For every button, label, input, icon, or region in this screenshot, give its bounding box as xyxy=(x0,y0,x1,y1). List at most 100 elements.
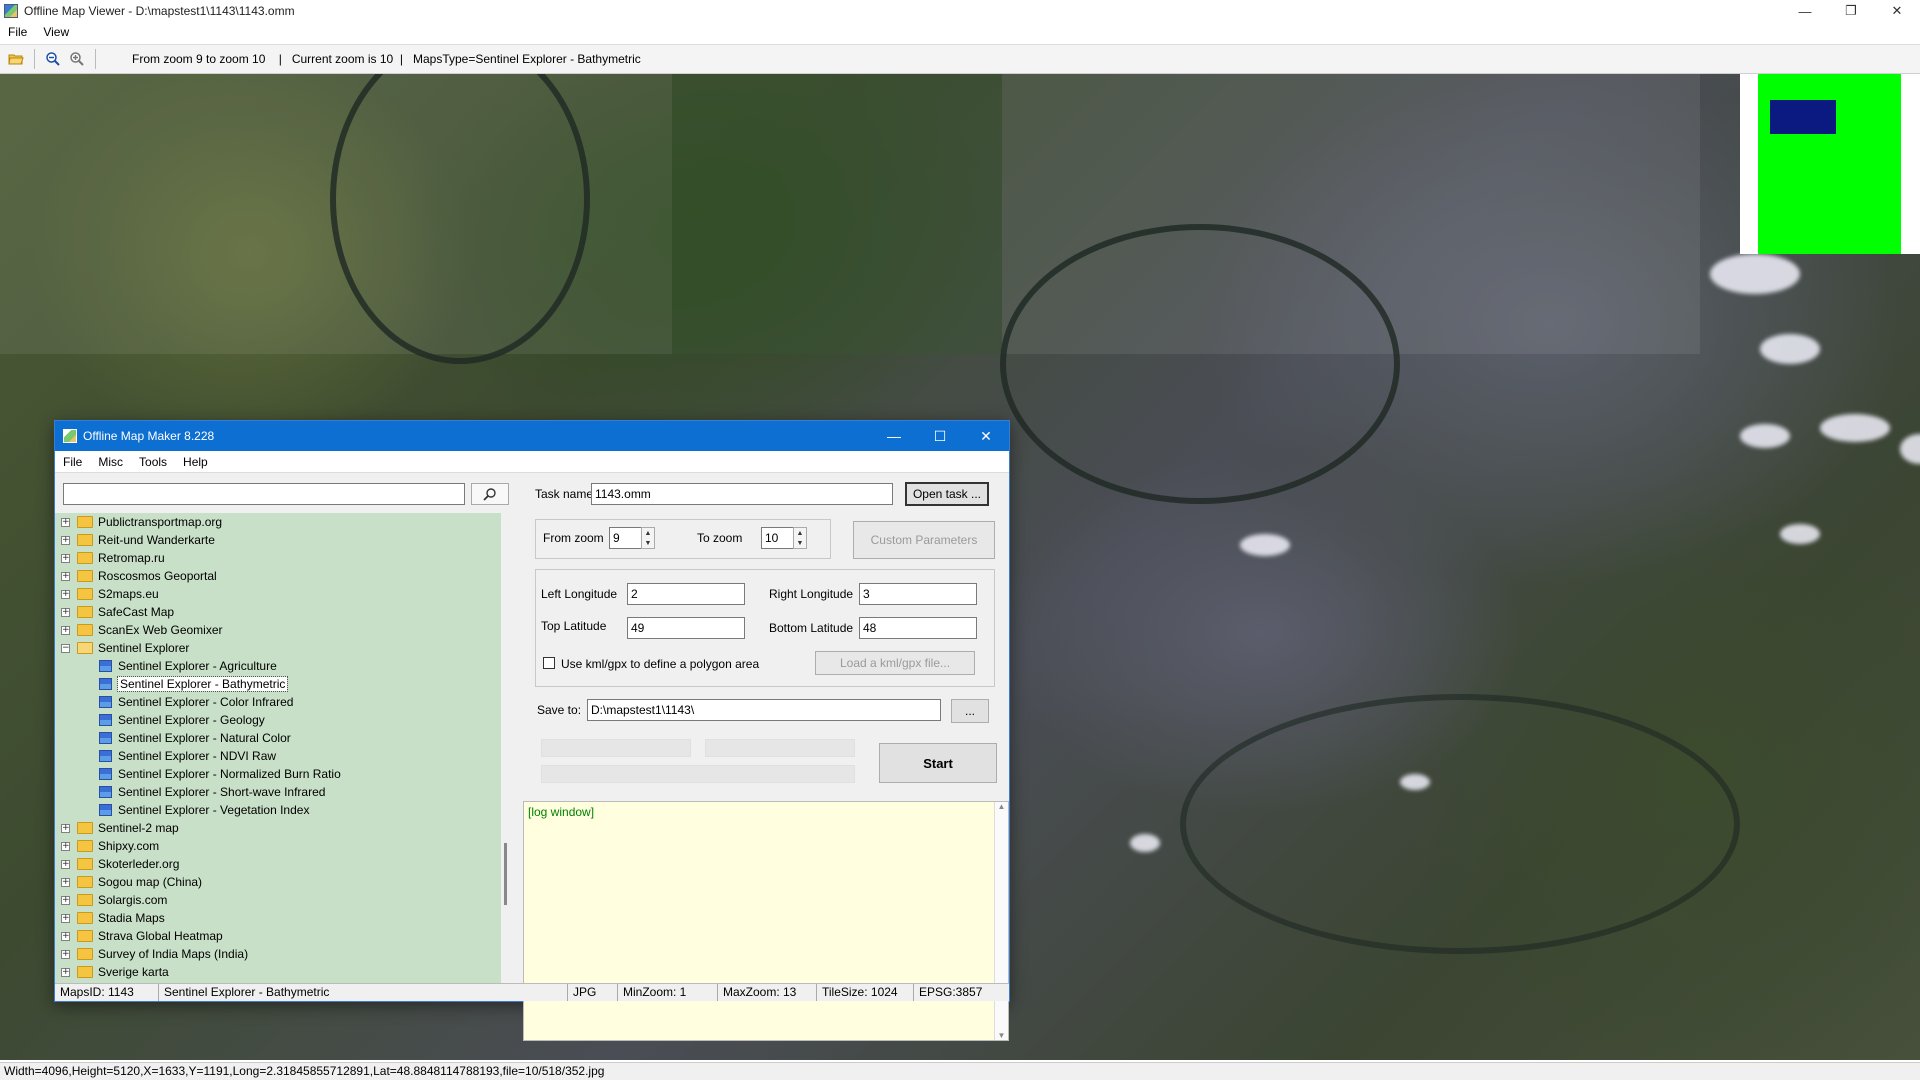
expand-icon[interactable]: + xyxy=(61,517,70,527)
tree-scrollbar-thumb[interactable] xyxy=(504,843,507,905)
tree-item[interactable]: + Stadia Maps xyxy=(55,909,501,927)
menu-view[interactable]: View xyxy=(35,25,77,39)
search-button[interactable] xyxy=(471,483,509,505)
from-zoom-stepper[interactable]: ▲ ▼ xyxy=(641,527,655,549)
bottom-latitude-input[interactable]: 48 xyxy=(859,617,977,639)
expand-icon[interactable]: + xyxy=(61,589,70,599)
tree-item[interactable]: + Skoterleder.org xyxy=(55,855,501,873)
tree-item[interactable]: Sentinel Explorer - Normalized Burn Rati… xyxy=(55,765,501,783)
tree-item[interactable]: + Sentinel-2 map xyxy=(55,819,501,837)
expand-icon[interactable]: + xyxy=(61,895,70,905)
status-tile-size: TileSize: 1024 xyxy=(817,984,914,1001)
tree-item[interactable]: Sentinel Explorer - Geology xyxy=(55,711,501,729)
spin-down-icon[interactable]: ▼ xyxy=(645,540,652,547)
expand-icon[interactable]: + xyxy=(61,535,70,545)
tree-item[interactable]: + Roscosmos Geoportal xyxy=(55,567,501,585)
log-scrollbar[interactable]: ▲ ▼ xyxy=(994,802,1008,1040)
tree-item[interactable]: + Reit-und Wanderkarte xyxy=(55,531,501,549)
dialog-menu-help[interactable]: Help xyxy=(175,455,216,469)
dialog-menu-file[interactable]: File xyxy=(55,455,90,469)
dialog-close-button[interactable]: ✕ xyxy=(963,421,1009,451)
dialog-title: Offline Map Maker 8.228 xyxy=(83,429,215,443)
maps-tree[interactable]: + Publictransportmap.org + Reit-und Wanderk… xyxy=(55,513,501,983)
dialog-maximize-button[interactable]: ☐ xyxy=(917,421,963,451)
expand-icon[interactable]: + xyxy=(61,877,70,887)
restore-button[interactable]: ❐ xyxy=(1828,0,1874,22)
menu-file[interactable]: File xyxy=(0,25,35,39)
tree-item[interactable]: + Publictransportmap.org xyxy=(55,513,501,531)
minimap[interactable] xyxy=(1740,74,1920,254)
dialog-menu-misc[interactable]: Misc xyxy=(90,455,131,469)
collapse-icon[interactable]: − xyxy=(61,643,70,653)
expand-icon[interactable]: + xyxy=(61,607,70,617)
minimap-viewport[interactable] xyxy=(1770,100,1836,134)
open-task-button[interactable]: Open task ... xyxy=(905,482,989,506)
tree-item-label: Roscosmos Geoportal xyxy=(98,569,217,583)
zoom-info-text: From zoom 9 to zoom 10 | Current zoom is… xyxy=(132,52,641,66)
expand-icon[interactable]: + xyxy=(61,571,70,581)
top-latitude-input[interactable]: 49 xyxy=(627,617,745,639)
tree-item[interactable]: + SafeCast Map xyxy=(55,603,501,621)
expand-icon[interactable]: + xyxy=(61,823,70,833)
expand-icon[interactable]: + xyxy=(61,967,70,977)
tree-item[interactable]: Sentinel Explorer - Bathymetric xyxy=(55,675,501,693)
spin-down-icon[interactable]: ▼ xyxy=(797,540,804,547)
tree-item[interactable]: Sentinel Explorer - Vegetation Index xyxy=(55,801,501,819)
save-to-input[interactable]: D:\mapstest1\1143\ xyxy=(587,699,941,721)
browse-button[interactable]: ... xyxy=(951,699,989,723)
expand-icon[interactable]: + xyxy=(61,931,70,941)
use-kml-checkbox[interactable] xyxy=(543,657,555,669)
custom-parameters-button[interactable]: Custom Parameters xyxy=(853,521,995,559)
tree-item[interactable]: + Survey of India Maps (India) xyxy=(55,945,501,963)
to-zoom-input[interactable]: 10 xyxy=(761,527,795,549)
tree-item[interactable]: Sentinel Explorer - Agriculture xyxy=(55,657,501,675)
right-longitude-input[interactable]: 3 xyxy=(859,583,977,605)
from-zoom-input[interactable]: 9 xyxy=(609,527,643,549)
to-zoom-label: To zoom xyxy=(697,531,743,545)
spin-up-icon[interactable]: ▲ xyxy=(645,530,652,537)
spin-up-icon[interactable]: ▲ xyxy=(797,530,804,537)
tree-item[interactable]: Sentinel Explorer - Color Infrared xyxy=(55,693,501,711)
folder-icon xyxy=(77,588,93,600)
tree-item[interactable]: − Sentinel Explorer xyxy=(55,639,501,657)
zoom-in-icon[interactable] xyxy=(65,47,89,71)
tree-item[interactable]: + Sogou map (China) xyxy=(55,873,501,891)
dialog-menu-tools[interactable]: Tools xyxy=(131,455,175,469)
expand-icon[interactable]: + xyxy=(61,913,70,923)
zoom-out-icon[interactable] xyxy=(41,47,65,71)
tree-item[interactable]: + ScanEx Web Geomixer xyxy=(55,621,501,639)
load-kml-button[interactable]: Load a kml/gpx file... xyxy=(815,651,975,675)
tree-item[interactable]: Sentinel Explorer - Natural Color xyxy=(55,729,501,747)
dialog-minimize-button[interactable]: — xyxy=(871,421,917,451)
log-text: [log window] xyxy=(528,805,595,819)
log-window[interactable]: [log window] ▲ ▼ xyxy=(523,801,1009,1041)
expand-icon[interactable]: + xyxy=(61,859,70,869)
tree-item[interactable]: + Retromap.ru xyxy=(55,549,501,567)
left-longitude-input[interactable]: 2 xyxy=(627,583,745,605)
minimize-button[interactable]: — xyxy=(1782,0,1828,22)
folder-open-icon[interactable] xyxy=(4,47,28,71)
search-input[interactable] xyxy=(63,483,465,505)
tree-item[interactable]: Sentinel Explorer - Short-wave Infrared xyxy=(55,783,501,801)
tree-item-label: Survey of India Maps (India) xyxy=(98,947,249,961)
close-button[interactable]: ✕ xyxy=(1874,0,1920,22)
tree-item[interactable]: + Solargis.com xyxy=(55,891,501,909)
expand-icon[interactable]: + xyxy=(61,625,70,635)
tree-scrollbar[interactable] xyxy=(501,513,511,983)
tree-item[interactable]: + S2maps.eu xyxy=(55,585,501,603)
tree-item[interactable]: + Sverige karta xyxy=(55,963,501,981)
expand-icon[interactable]: + xyxy=(61,841,70,851)
cloud xyxy=(1820,414,1890,442)
task-name-input[interactable]: 1143.omm xyxy=(591,483,893,505)
expand-icon[interactable]: + xyxy=(61,949,70,959)
to-zoom-stepper[interactable]: ▲ ▼ xyxy=(793,527,807,549)
tree-item[interactable]: + Strava Global Heatmap xyxy=(55,927,501,945)
start-button[interactable]: Start xyxy=(879,743,997,783)
cloud xyxy=(1710,254,1800,294)
scroll-up-icon[interactable]: ▲ xyxy=(998,802,1006,811)
tree-item[interactable]: + Shipxy.com xyxy=(55,837,501,855)
expand-icon[interactable]: + xyxy=(61,553,70,563)
tree-item-label: Publictransportmap.org xyxy=(98,515,223,529)
scroll-down-icon[interactable]: ▼ xyxy=(998,1031,1006,1040)
tree-item[interactable]: Sentinel Explorer - NDVI Raw xyxy=(55,747,501,765)
